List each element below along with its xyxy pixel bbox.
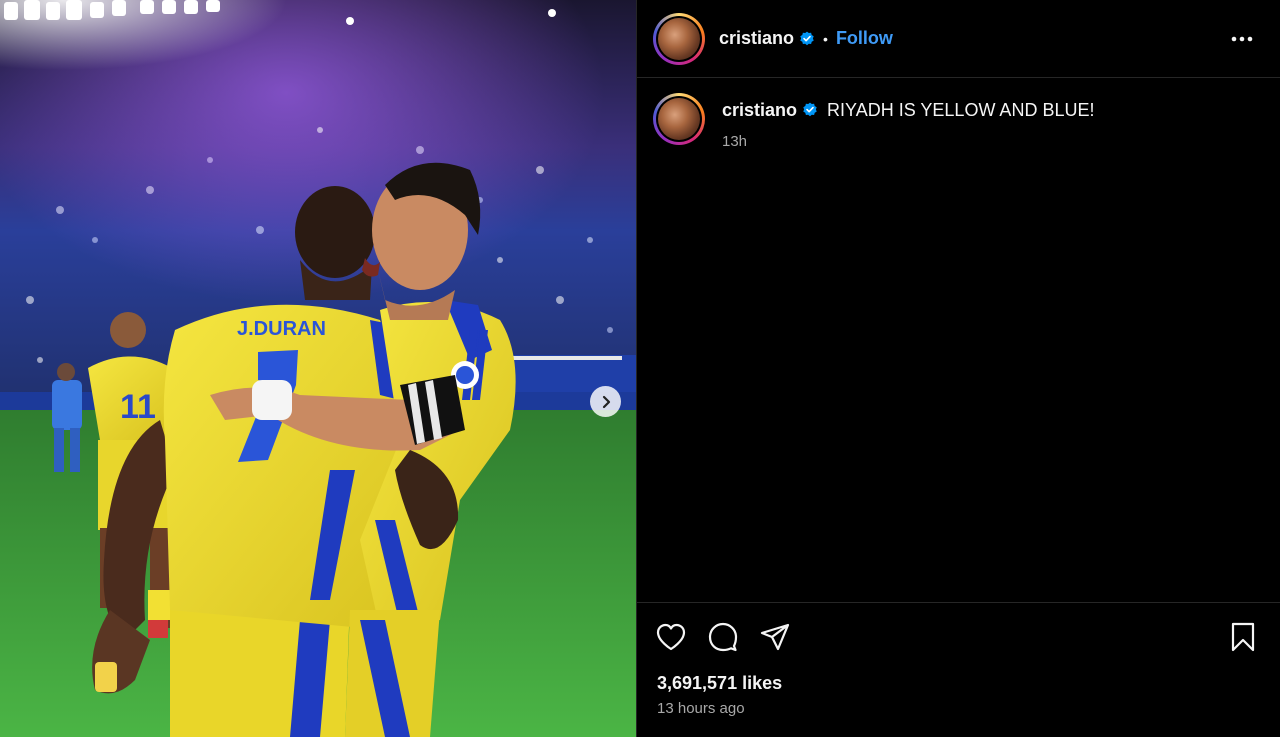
chevron-right-icon xyxy=(602,395,610,408)
share-icon xyxy=(760,623,790,651)
comment-button[interactable] xyxy=(707,621,739,653)
header-username[interactable]: cristiano xyxy=(719,28,794,49)
caption-timestamp[interactable]: 13h xyxy=(722,133,1094,150)
post-header: cristiano • Follow xyxy=(637,0,1280,78)
like-button[interactable] xyxy=(655,621,687,653)
profile-avatar xyxy=(658,98,700,140)
jersey-name: J.DURAN xyxy=(237,318,326,340)
share-button[interactable] xyxy=(759,621,791,653)
photo-scene: 11 J.DURAN xyxy=(0,0,636,737)
more-options-button[interactable] xyxy=(1230,27,1254,51)
save-button[interactable] xyxy=(1227,621,1259,653)
profile-avatar xyxy=(658,17,700,60)
likes-count[interactable]: 3,691,571 likes xyxy=(657,673,782,694)
post-photo[interactable]: 11 J.DURAN xyxy=(0,0,636,737)
next-image-button[interactable] xyxy=(590,386,621,417)
comment-icon xyxy=(708,622,738,652)
separator-dot: • xyxy=(823,30,828,47)
caption-text: RIYADH IS YELLOW AND BLUE! xyxy=(827,100,1095,120)
verified-badge-icon xyxy=(803,102,817,117)
caption-avatar[interactable] xyxy=(653,93,705,145)
more-options-icon xyxy=(1231,36,1253,42)
post-actions: 3,691,571 likes 13 hours ago xyxy=(637,602,1280,737)
bookmark-icon xyxy=(1231,622,1255,652)
heart-icon xyxy=(656,623,686,651)
svg-text:11: 11 xyxy=(120,388,156,426)
avatar[interactable] xyxy=(653,12,705,65)
post-details-panel: cristiano • Follow cristiano RIYADH IS Y… xyxy=(636,0,1280,737)
follow-button[interactable]: Follow xyxy=(836,28,893,49)
caption: cristiano RIYADH IS YELLOW AND BLUE! 13h xyxy=(637,78,1280,150)
post-timestamp[interactable]: 13 hours ago xyxy=(657,700,745,717)
verified-badge-icon xyxy=(800,31,814,45)
caption-username[interactable]: cristiano xyxy=(722,100,797,120)
